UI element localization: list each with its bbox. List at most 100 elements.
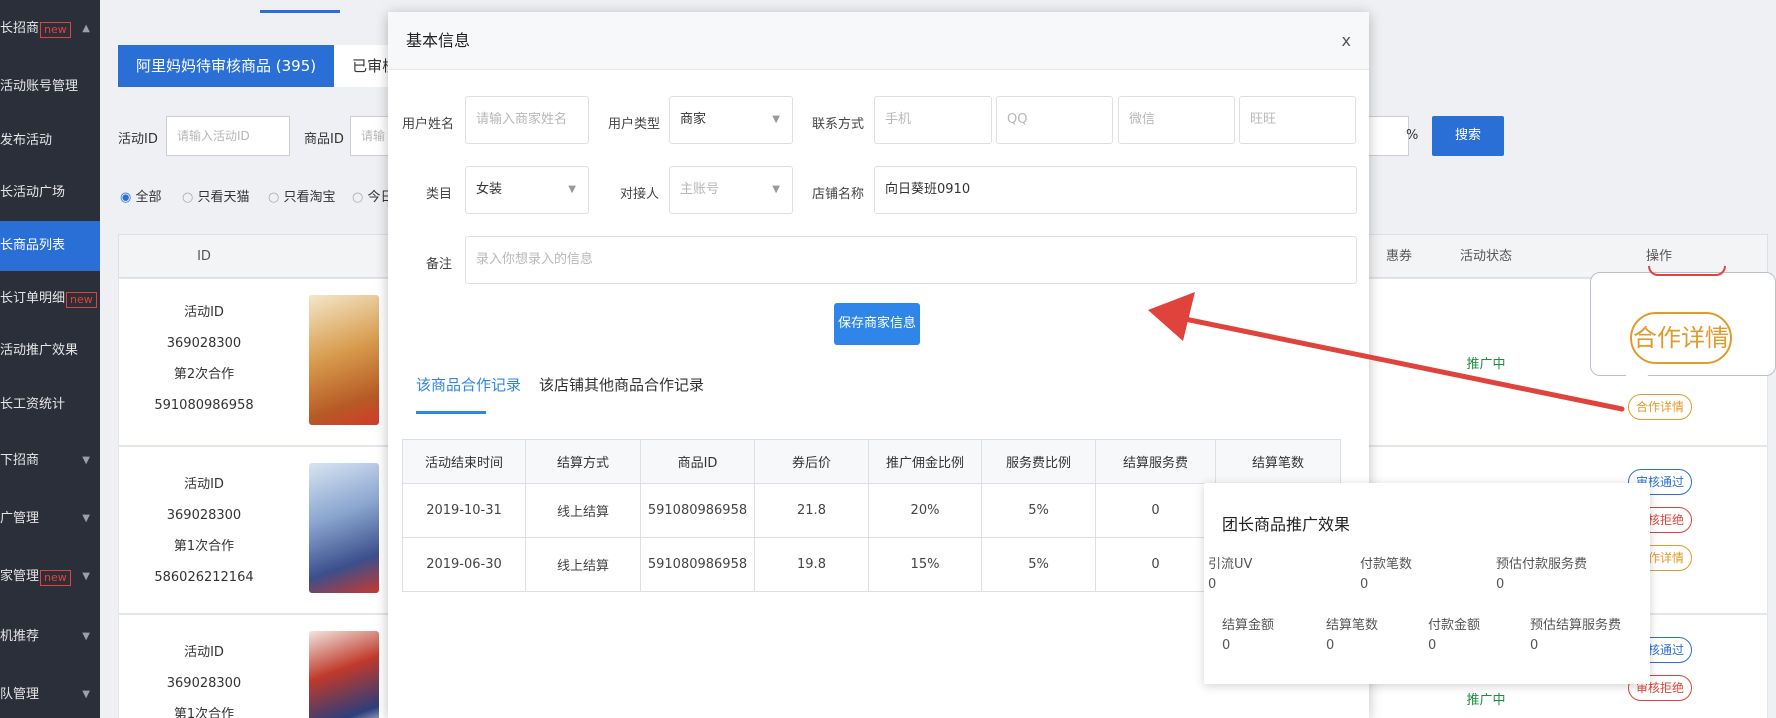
chevron-down-icon: ▼	[82, 571, 90, 582]
metric-label: 付款笔数	[1360, 557, 1413, 572]
column-header: 结算笔数	[1215, 439, 1341, 484]
column-header: 推广佣金比例	[868, 439, 982, 484]
metric-label: 预估付款服务费	[1496, 557, 1588, 572]
table-cell: 15%	[868, 537, 982, 592]
metric-label: 预估结算服务费	[1530, 618, 1622, 633]
sidebar-item-mobile-recommend[interactable]: 机推荐 ▼	[0, 612, 100, 662]
sidebar-item-group-buy-invite[interactable]: 长招商 new ▲	[0, 4, 100, 54]
metric-value: 0	[1530, 638, 1539, 653]
id-line: 369028300	[166, 336, 242, 351]
row-id-cell: 活动ID 369028300 第1次合作	[119, 637, 289, 718]
id-line: 第1次合作	[173, 707, 235, 718]
wechat-input[interactable]: 微信	[1118, 96, 1235, 144]
callout-cooperation-detail: 合作详情	[1630, 312, 1732, 364]
contact-person-select[interactable]: 主账号 ▼	[669, 166, 793, 214]
modal-header: 基本信息 x	[388, 12, 1369, 70]
column-header: 服务费比例	[981, 439, 1096, 484]
product-thumbnail[interactable]	[309, 295, 379, 425]
new-badge: new	[40, 22, 71, 38]
clipped-button-outline	[1648, 266, 1726, 276]
table-cell: 21.8	[754, 483, 869, 538]
metric-value: 0	[1222, 638, 1231, 653]
column-header: 结算方式	[525, 439, 641, 484]
cooperation-detail-button[interactable]: 合作详情	[1628, 394, 1692, 420]
radio-tmall-only[interactable]: ○ 只看天猫	[182, 186, 250, 205]
metric-value: 0	[1326, 638, 1335, 653]
activity-id-input[interactable]: 请输入活动ID	[166, 116, 290, 156]
sidebar-item-offline-invite[interactable]: 下招商 ▼	[0, 436, 100, 486]
table-cell: 591080986958	[640, 537, 755, 592]
id-line: 369028300	[166, 676, 242, 691]
radio-all[interactable]: ◉ 全部	[120, 186, 162, 205]
contact-person-label: 对接人	[620, 187, 660, 202]
category-label: 类目	[426, 187, 453, 202]
user-type-select[interactable]: 商家 ▼	[669, 96, 793, 144]
sidebar-item-label: 下招商	[0, 453, 40, 468]
close-icon[interactable]: x	[1342, 12, 1351, 70]
id-line: 活动ID	[184, 645, 224, 660]
popover-title: 团长商品推广效果	[1222, 515, 1351, 534]
table-cell: 线上结算	[525, 537, 641, 592]
sidebar-item-label: 机推荐	[0, 629, 40, 644]
shop-name-input[interactable]: 向日葵班0910	[874, 166, 1357, 214]
category-select[interactable]: 女装 ▼	[465, 166, 589, 214]
table-cell: 5%	[981, 537, 1096, 592]
tab-shop-other-records[interactable]: 该店铺其他商品合作记录	[539, 374, 704, 395]
chevron-down-icon: ▼	[772, 184, 780, 195]
metric-label: 付款金额	[1428, 618, 1481, 633]
sidebar-item-merchant-management[interactable]: 家管理 new ▼	[0, 552, 100, 602]
sidebar-item-activity-accounts[interactable]: 活动账号管理	[0, 62, 100, 112]
active-tab-indicator	[260, 10, 340, 13]
column-header-status: 活动状态	[1459, 249, 1512, 264]
search-button[interactable]: 搜索	[1432, 116, 1504, 156]
sidebar-item-ad-management[interactable]: 广管理 ▼	[0, 494, 100, 544]
activity-id-label: 活动ID	[118, 132, 158, 147]
tab-pending-review[interactable]: 阿里妈妈待审核商品 (395)	[118, 45, 335, 87]
qq-input[interactable]: QQ	[996, 96, 1113, 144]
chevron-down-icon: ▼	[82, 513, 90, 524]
remark-input[interactable]: 录入你想录入的信息	[465, 236, 1357, 284]
column-header-id: ID	[197, 249, 211, 264]
sidebar-item-activity-square[interactable]: 长活动广场	[0, 168, 100, 218]
tab-product-cooperation-records[interactable]: 该商品合作记录	[416, 374, 521, 395]
metric-est-paid-fee: 预估付款服务费 0	[1496, 555, 1587, 595]
column-header: 结算服务费	[1095, 439, 1216, 484]
radio-label: 只看淘宝	[283, 190, 336, 205]
metric-uv: 引流UV 0	[1208, 555, 1252, 595]
shop-name-label: 店铺名称	[812, 187, 865, 202]
radio-unchecked-icon: ○	[352, 190, 364, 205]
chevron-down-icon: ▼	[82, 631, 90, 642]
wangwang-input[interactable]: 旺旺	[1239, 96, 1356, 144]
metric-settle-count: 结算笔数 0	[1326, 616, 1378, 656]
sidebar-item-label: 长商品列表	[0, 238, 66, 253]
phone-input[interactable]: 手机	[874, 96, 992, 144]
id-line: 活动ID	[184, 305, 224, 320]
product-thumbnail[interactable]	[309, 631, 379, 718]
save-merchant-info-button[interactable]: 保存商家信息	[834, 303, 920, 345]
radio-taobao-only[interactable]: ○ 只看淘宝	[268, 186, 336, 205]
chevron-down-icon: ▼	[568, 184, 576, 195]
sidebar-item-promo-effect[interactable]: 活动推广效果	[0, 326, 100, 376]
sidebar-item-publish-activity[interactable]: 发布活动	[0, 116, 100, 166]
table-cell: 20%	[868, 483, 982, 538]
metric-label: 结算金额	[1222, 618, 1275, 633]
metric-paid-orders: 付款笔数 0	[1360, 555, 1412, 595]
active-subtab-indicator	[416, 411, 486, 414]
radio-unchecked-icon: ○	[268, 190, 280, 205]
sidebar-item-product-list[interactable]: 长商品列表	[0, 221, 100, 271]
table-row: 2019-10-31 线上结算 591080986958 21.8 20% 5%…	[402, 483, 1341, 538]
callout-tail	[1625, 374, 1649, 390]
sidebar-item-label: 长工资统计	[0, 397, 66, 412]
username-input[interactable]: 请输入商家姓名	[465, 96, 589, 144]
sidebar-item-label: 广管理	[0, 511, 40, 526]
sidebar-item-salary-stats[interactable]: 长工资统计	[0, 380, 100, 430]
table-header-row: 活动结束时间 结算方式 商品ID 券后价 推广佣金比例 服务费比例 结算服务费 …	[402, 439, 1341, 484]
id-line: 活动ID	[184, 477, 224, 492]
percent-input[interactable]	[1369, 116, 1409, 156]
product-thumbnail[interactable]	[309, 463, 379, 593]
sidebar-item-order-detail[interactable]: 长订单明细 new	[0, 274, 100, 324]
sidebar-item-team-management[interactable]: 队管理 ▼	[0, 670, 100, 718]
id-line: 第2次合作	[173, 367, 235, 382]
metric-value: 0	[1208, 577, 1217, 592]
cooperation-records-table: 活动结束时间 结算方式 商品ID 券后价 推广佣金比例 服务费比例 结算服务费 …	[402, 439, 1341, 592]
